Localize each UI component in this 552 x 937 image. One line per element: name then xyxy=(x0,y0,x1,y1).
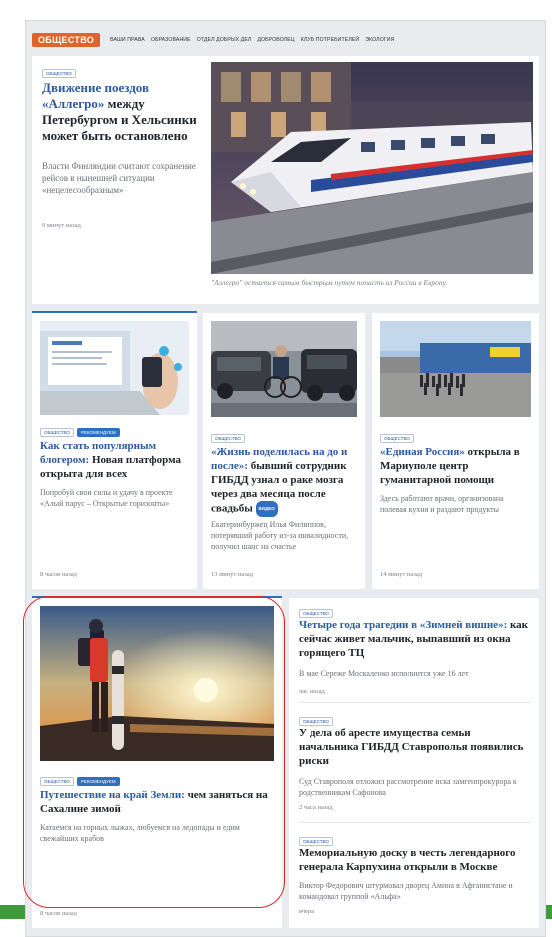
crowd-photo xyxy=(380,321,531,417)
news-card-time: 8 часов назад xyxy=(40,571,77,578)
list-divider xyxy=(299,702,531,703)
category-tag[interactable]: ОБЩЕСТВО xyxy=(40,427,74,437)
train-photo xyxy=(211,62,533,274)
subnav-link-consumers[interactable]: КЛУБ ПОТРЕБИТЕЛЕЙ xyxy=(301,37,359,43)
section-nav: ОБЩЕСТВО ВАШИ ПРАВА ОБРАЗОВАНИЕ ОТДЕЛ ДО… xyxy=(32,32,400,48)
feature-card-time: 8 часов назад xyxy=(40,910,77,917)
news-card-time: 13 минут назад xyxy=(211,571,254,578)
category-tag[interactable]: ОБЩЕСТВО xyxy=(299,836,333,846)
news-card-mariupol[interactable]: ОБЩЕСТВО «Единая Россия» открыла в Мариу… xyxy=(372,313,539,589)
subnav-link-rights[interactable]: ВАШИ ПРАВА xyxy=(110,37,145,43)
news-card-image[interactable] xyxy=(40,321,189,415)
news-card-description: Попробуй свои силы и удачу в проекте «Ал… xyxy=(40,488,173,508)
list-item-time: вчера xyxy=(299,908,315,915)
sunset-snowboard-photo xyxy=(40,606,274,761)
feature-card-sakhalin[interactable]: ОБЩЕСТВО РЕКОМЕНДУЕМ Путешествие на край … xyxy=(32,598,282,928)
recommended-tag[interactable]: РЕКОМЕНДУЕМ xyxy=(76,427,120,437)
category-tag[interactable]: ОБЩЕСТВО xyxy=(380,433,414,443)
list-item-time: 2 часа назад xyxy=(299,804,333,811)
list-item-title[interactable]: Мемориальную доску в честь легендарного … xyxy=(299,846,531,874)
laptop-photo xyxy=(40,321,189,415)
lead-story-title[interactable]: Движение поездов «Аллегро» между Петербу… xyxy=(42,80,202,144)
category-tag[interactable]: ОБЩЕСТВО xyxy=(40,776,74,786)
section-title-button[interactable]: ОБЩЕСТВО xyxy=(32,33,101,47)
news-card-description: Здесь работают врачи, организована полев… xyxy=(380,494,504,514)
list-item-title[interactable]: Четыре года трагедии в «Зимней вишне»: к… xyxy=(299,618,531,660)
wheelchair-photo xyxy=(211,321,357,417)
lead-story-time: 9 минут назад xyxy=(42,222,81,229)
news-card-title[interactable]: «Единая Россия» открыла в Мариуполе цент… xyxy=(380,445,530,487)
video-badge[interactable]: ВИДЕО xyxy=(255,501,278,517)
subnav-link-good-deeds[interactable]: ОТДЕЛ ДОБРЫХ ДЕЛ xyxy=(197,37,252,43)
feature-card-title[interactable]: Путешествие на край Земли: чем заняться … xyxy=(40,788,276,816)
news-list: ОБЩЕСТВО Четыре года трагедии в «Зимней … xyxy=(289,598,539,928)
news-card-time: 14 минут назад xyxy=(380,571,423,578)
list-item-description: Суд Ставрополя отложил рассмотрение иска… xyxy=(299,777,517,797)
feature-card-image[interactable] xyxy=(40,606,274,761)
feature-card-description: Катаемся на горных лыжах, любуемся на ле… xyxy=(40,823,240,843)
list-item-title[interactable]: У дела об аресте имущества семьи начальн… xyxy=(299,726,531,768)
category-tag[interactable]: ОБЩЕСТВО xyxy=(42,68,76,78)
list-item-description: В мае Сереже Москаленко исполнится уже 1… xyxy=(299,669,469,678)
category-tag[interactable]: ОБЩЕСТВО xyxy=(299,716,333,726)
list-item-time: час назад xyxy=(299,688,325,695)
subnav-link-education[interactable]: ОБРАЗОВАНИЕ xyxy=(151,37,191,43)
list-item-description: Виктор Федорович штурмовал дворец Амина … xyxy=(299,881,513,901)
section-subnav: ВАШИ ПРАВА ОБРАЗОВАНИЕ ОТДЕЛ ДОБРЫХ ДЕЛ … xyxy=(110,37,400,43)
category-tag[interactable]: ОБЩЕСТВО xyxy=(299,608,333,618)
news-card-image[interactable] xyxy=(380,321,531,417)
lead-image-caption: "Аллегро" остается самым быстрым путем п… xyxy=(211,278,448,287)
recommended-tag[interactable]: РЕКОМЕНДУЕМ xyxy=(76,776,120,786)
category-tag[interactable]: ОБЩЕСТВО xyxy=(211,433,245,443)
news-card-title[interactable]: «Жизнь поделилась на до и после»: бывший… xyxy=(211,445,361,517)
subnav-link-ecology[interactable]: ЭКОЛОГИЯ xyxy=(365,37,394,43)
subnav-link-volunteer[interactable]: ДОБРОВОЛЕЦ xyxy=(257,37,294,43)
news-card-title[interactable]: Как стать популярным блогером: Новая пла… xyxy=(40,439,190,481)
news-card-description: Екатеринбуржец Илья Филиппов, потерявший… xyxy=(211,520,349,551)
news-card-gibdd[interactable]: ОБЩЕСТВО «Жизнь поделилась на до и после… xyxy=(203,313,365,589)
lead-story-description: Власти Финляндии считают сохранение рейс… xyxy=(42,161,196,195)
lead-story-image[interactable] xyxy=(211,62,533,274)
lead-story-card[interactable]: ОБЩЕСТВО Движение поездов «Аллегро» межд… xyxy=(32,56,539,304)
news-card-blogger[interactable]: ОБЩЕСТВО РЕКОМЕНДУЕМ Как стать популярным… xyxy=(32,313,197,589)
news-card-image[interactable] xyxy=(211,321,357,417)
list-divider xyxy=(299,822,531,823)
